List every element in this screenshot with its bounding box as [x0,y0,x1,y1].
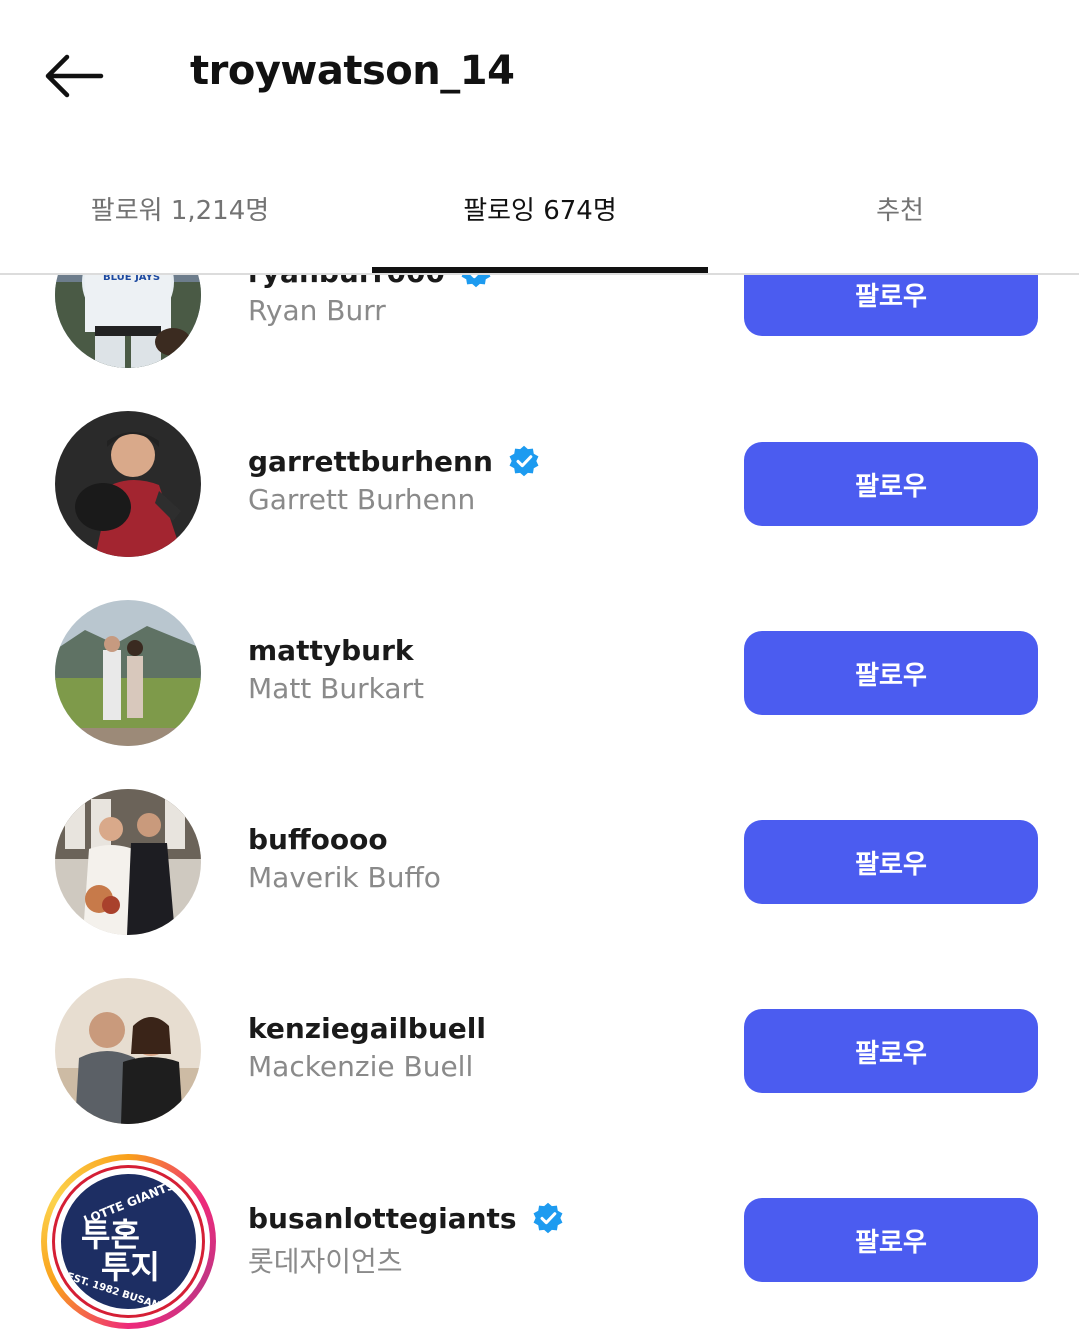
full-name: Matt Burkart [248,672,425,705]
follow-button[interactable]: 팔로우 [744,442,1038,526]
list-item[interactable]: buffoooo Maverik Buffo 팔로우 [0,789,1079,978]
full-name: 롯데자이언츠 [248,1245,403,1278]
username[interactable]: garrettburhenn [248,441,541,481]
tab-suggested[interactable]: 추천 [800,190,1000,230]
follow-button[interactable]: 팔로우 [744,1198,1038,1282]
full-name: Mackenzie Buell [248,1050,474,1083]
username[interactable]: busanlottegiants [248,1198,565,1238]
active-tab-indicator [372,267,708,273]
follow-button[interactable]: 팔로우 [744,631,1038,715]
page-title: troywatson_14 [190,48,515,94]
list-item[interactable]: mattyburk Matt Burkart 팔로우 [0,600,1079,789]
back-button[interactable] [40,48,108,104]
tab-followers[interactable]: 팔로워 1,214명 [30,190,330,230]
username[interactable]: mattyburk [248,630,424,670]
full-name: Garrett Burhenn [248,483,476,516]
list-item[interactable]: LOTTE GIANTS 투혼 투지 EST. 1982 BUSAN busan… [0,1154,1079,1343]
lotte-giants-logo: LOTTE GIANTS 투혼 투지 EST. 1982 BUSAN [61,1174,196,1309]
avatar[interactable] [55,411,201,557]
username[interactable]: kenziegailbuell [248,1008,486,1048]
avatar[interactable] [55,789,201,935]
story-ring[interactable]: LOTTE GIANTS 투혼 투지 EST. 1982 BUSAN [41,1154,216,1329]
avatar[interactable] [55,978,201,1124]
username[interactable]: buffoooo [248,819,441,859]
top-bar: troywatson_14 [0,0,1079,150]
svg-text:투지: 투지 [101,1248,160,1286]
avatar[interactable]: LOTTE GIANTS 투혼 투지 EST. 1982 BUSAN [55,1168,202,1315]
following-screen: BLUE JAYS ryanburr000 Ryan Burr 팔로우 [0,0,1079,1344]
list-item[interactable]: garrettburhenn Garrett Burhenn 팔로우 [0,411,1079,600]
avatar[interactable] [55,600,201,746]
tab-following[interactable]: 팔로잉 674명 [372,190,708,230]
verified-badge-icon [509,445,539,477]
full-name: Maverik Buffo [248,861,441,894]
full-name: Ryan Burr [248,294,386,327]
list-item[interactable]: kenziegailbuell Mackenzie Buell 팔로우 [0,978,1079,1167]
tab-bar: 팔로워 1,214명 팔로잉 674명 추천 [0,150,1079,275]
arrow-left-icon [45,54,104,98]
verified-badge-icon [533,1202,563,1234]
follow-button[interactable]: 팔로우 [744,820,1038,904]
follow-button[interactable]: 팔로우 [744,1009,1038,1093]
